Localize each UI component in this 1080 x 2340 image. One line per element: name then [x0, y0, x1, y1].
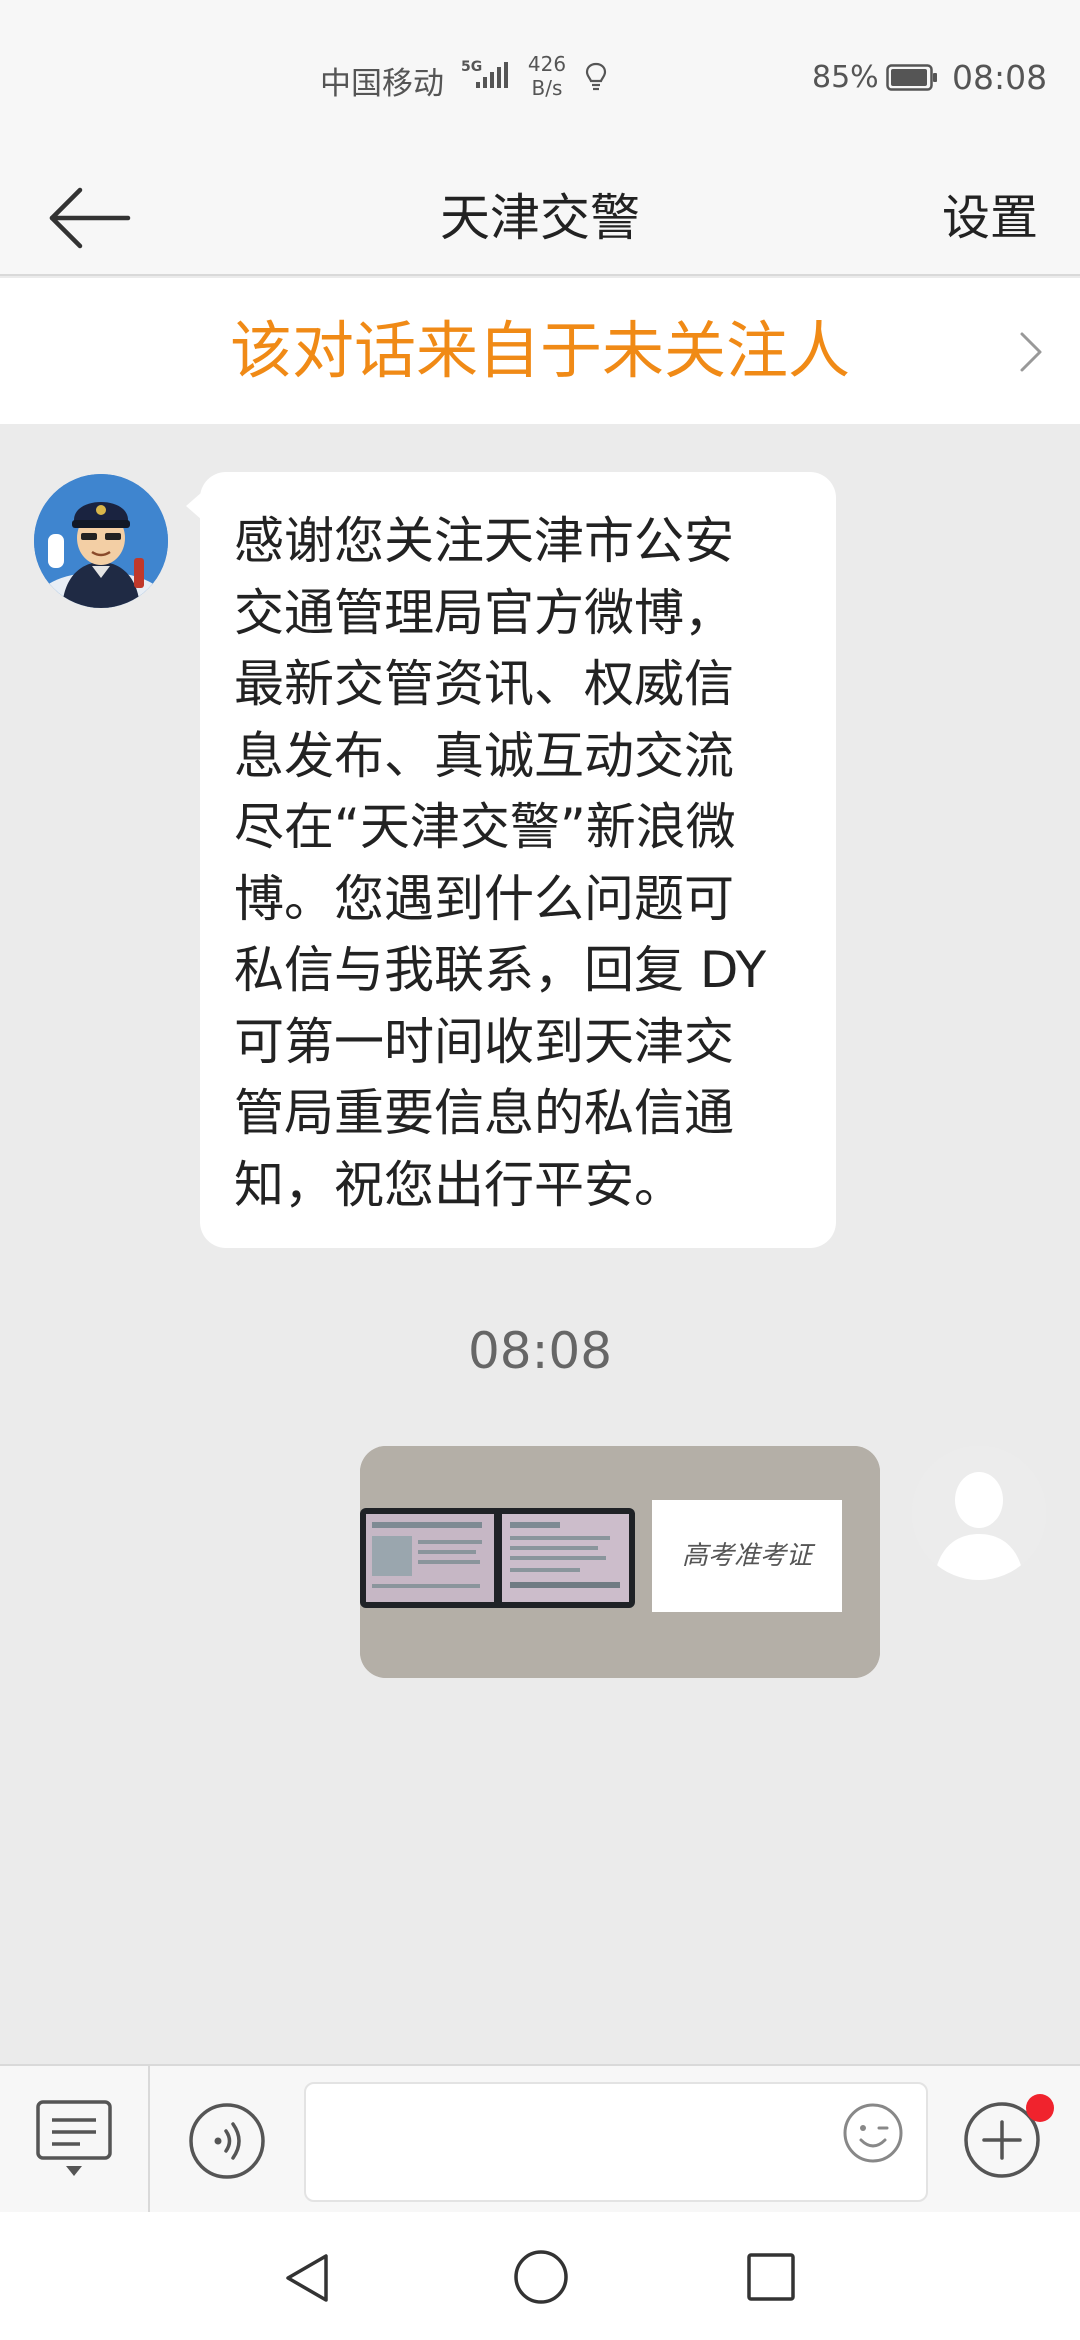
default-user-avatar-icon — [912, 1446, 1046, 1580]
notification-dot — [1026, 2094, 1054, 2122]
battery-percent: 85% — [812, 60, 879, 95]
net-speed: 426 B/s — [522, 52, 572, 100]
system-navigation-bar — [0, 2212, 1080, 2340]
incoming-message-text: 感谢您关注天津市公安 交通管理局官方微博， 最新交管资讯、权威信 息发布、真诚互… — [234, 512, 767, 1214]
incoming-message-bubble[interactable]: 感谢您关注天津市公安 交通管理局官方微博， 最新交管资讯、权威信 息发布、真诚互… — [186, 472, 836, 1248]
menu-toggle-button[interactable] — [0, 2066, 150, 2214]
voice-icon[interactable] — [188, 2102, 266, 2180]
outgoing-image-message[interactable]: 高考准考证 — [360, 1446, 880, 1678]
emoji-icon[interactable] — [842, 2102, 904, 2164]
menu-toggle-icon — [36, 2100, 112, 2176]
conversation-header: 天津交警 设置 — [0, 160, 1080, 276]
avatar[interactable] — [912, 1446, 1046, 1580]
settings-button[interactable]: 设置 — [942, 160, 1038, 276]
conversation-title: 天津交警 — [440, 189, 640, 247]
message-input[interactable] — [304, 2082, 928, 2202]
input-bar — [0, 2064, 1080, 2214]
battery-icon — [886, 64, 937, 91]
home-circle-icon[interactable] — [512, 2248, 570, 2306]
status-bar: 中国移动 5G 426 B/s 85% 08:08 — [0, 0, 1080, 160]
status-clock: 08:08 — [952, 58, 1048, 97]
carrier-name: 中国移动 — [320, 66, 444, 102]
back-triangle-icon[interactable] — [280, 2250, 336, 2306]
avatar[interactable] — [34, 474, 168, 608]
message-timestamp: 08:08 — [467, 1322, 613, 1380]
unfollowed-notice-banner[interactable]: 该对话来自于未关注人 — [0, 278, 1080, 424]
admission-ticket-caption: 高考准考证 — [681, 1541, 812, 1571]
police-avatar-icon — [34, 474, 168, 608]
unfollowed-notice-text: 该对话来自于未关注人 — [229, 314, 850, 387]
signal-icon — [476, 62, 508, 88]
recents-square-icon[interactable] — [744, 2250, 798, 2304]
net-speed-unit: B/s — [531, 76, 563, 100]
net-speed-value: 426 — [527, 52, 567, 76]
chevron-right-icon — [1020, 332, 1042, 372]
bulb-icon — [585, 62, 607, 91]
